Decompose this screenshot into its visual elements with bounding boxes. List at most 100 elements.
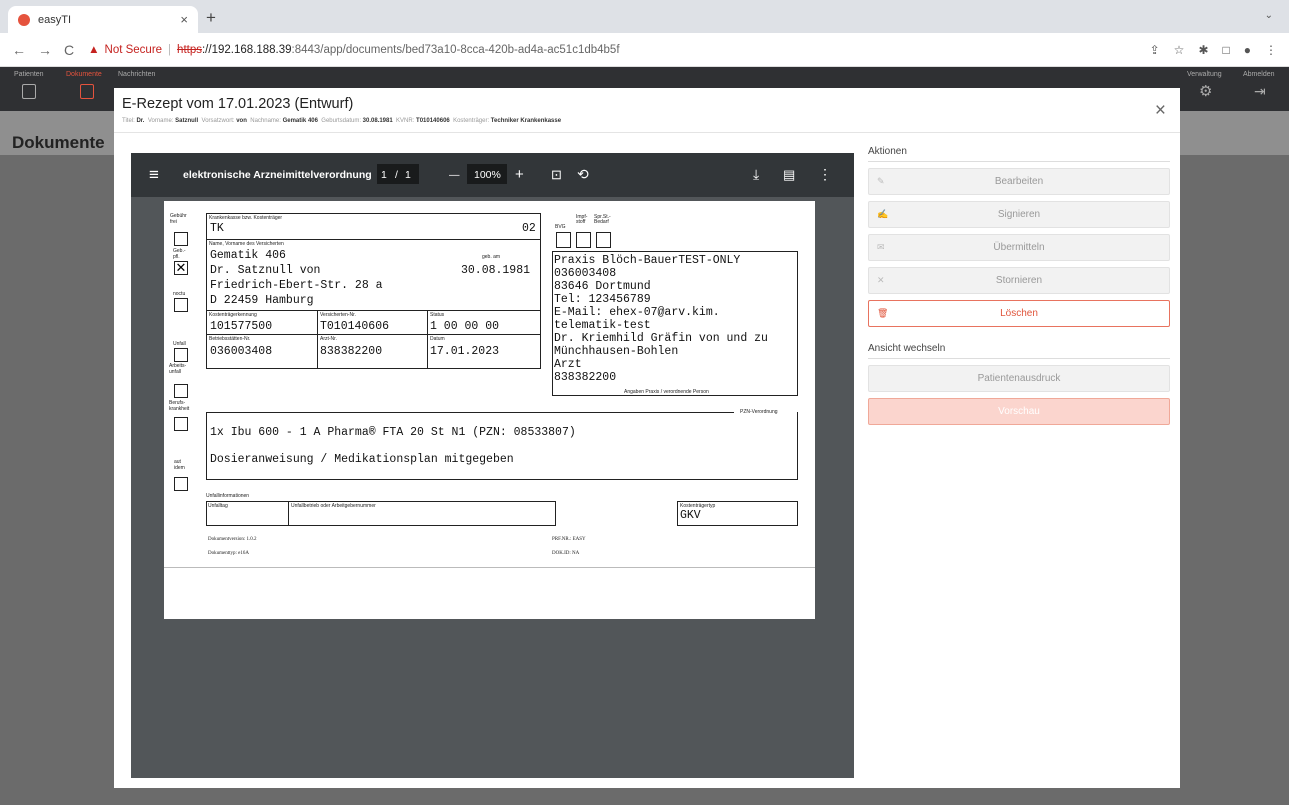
- logout-icon[interactable]: ⇥: [1254, 83, 1266, 100]
- url-separator: |: [168, 43, 172, 56]
- menu-icon[interactable]: ≡: [149, 165, 159, 185]
- envelope-icon: ✉: [877, 242, 885, 252]
- new-tab-button[interactable]: +: [206, 8, 216, 28]
- meta-vorsatz-value: von: [236, 118, 247, 124]
- dokument-typ: Dokumenttyp: e16A: [208, 551, 249, 556]
- print-icon[interactable]: ▤: [783, 167, 795, 183]
- praxis-line-8: Münchhausen-Bohlen: [554, 345, 679, 358]
- sign-button[interactable]: ✍ Signieren: [868, 201, 1170, 228]
- label-bvg: BVG: [555, 224, 566, 230]
- label-pzn-verordnung: PZN-Verordnung: [738, 409, 780, 415]
- pdf-page: Gebühr frei Geb.-pfl. ✕ noctu Unfall Arb…: [164, 201, 815, 618]
- share-icon[interactable]: ⇪: [1150, 43, 1160, 57]
- preview-button[interactable]: Vorschau: [868, 398, 1170, 425]
- meta-kvnr-value: T010140606: [416, 118, 450, 124]
- modal-title: E-Rezept vom 17.01.2023 (Entwurf): [122, 96, 354, 112]
- browser-menu-icon[interactable]: ⋮: [1265, 43, 1277, 57]
- label-unfallbetrieb: Unfallbetrieb oder Arbeitgebernummer: [291, 503, 376, 509]
- label-betriebsstaetten-nr: Betriebsstätten-Nr.: [209, 336, 251, 342]
- label-geb-am: geb. am: [482, 254, 501, 260]
- tab-title: easyTI: [38, 13, 72, 26]
- label-arbeitsunfall: Arbeits-unfall: [169, 363, 187, 375]
- page-number-input[interactable]: 1: [381, 169, 387, 181]
- nav-documents[interactable]: Dokumente: [66, 71, 102, 78]
- reload-icon[interactable]: C: [64, 42, 74, 58]
- label-impfstoff: Impf-stoff: [576, 214, 588, 225]
- back-icon[interactable]: ←: [12, 42, 26, 58]
- actions-header: Aktionen: [868, 146, 1170, 162]
- patient-name-line1: Gematik 406: [210, 249, 286, 262]
- browser-tabbar: easyTI × + ⌄: [0, 0, 1289, 33]
- label-berufskrankheit: Berufs-krankheit: [169, 400, 190, 412]
- settings-icon[interactable]: ⚙: [1199, 82, 1212, 100]
- bookmark-star-icon[interactable]: ☆: [1174, 43, 1185, 57]
- label-gebuehr-frei: Gebühr frei: [170, 213, 187, 225]
- not-secure-label[interactable]: Not Secure: [105, 44, 163, 56]
- label-kostentraegerkennung: Kostenträgerkennung: [209, 312, 257, 318]
- page-total: 1: [405, 169, 411, 181]
- url-host: ://192.168.188.39: [201, 43, 292, 56]
- more-actions-icon[interactable]: ⋮: [818, 166, 832, 183]
- delete-button[interactable]: 🗑 Löschen: [868, 300, 1170, 327]
- send-button[interactable]: ✉ Übermitteln: [868, 234, 1170, 261]
- close-icon[interactable]: ×: [1155, 100, 1166, 122]
- rotate-icon[interactable]: ⟲: [577, 166, 589, 183]
- erezept-modal: E-Rezept vom 17.01.2023 (Entwurf) Titel:…: [114, 88, 1180, 788]
- zoom-level[interactable]: 100%: [474, 169, 501, 181]
- label-noctu: noctu: [173, 291, 186, 297]
- url-path: :8443/app/documents/bed73a10-8cca-420b-a…: [291, 43, 620, 56]
- tab-search-icon[interactable]: ⌄: [1265, 10, 1273, 21]
- edit-button[interactable]: ✎ Bearbeiten: [868, 168, 1170, 195]
- address-bar[interactable]: ▲ Not Secure | https ://192.168.188.39 :…: [88, 44, 619, 56]
- meta-vorname-value: Satznull: [175, 118, 199, 124]
- extensions-icon[interactable]: ✱: [1198, 43, 1208, 57]
- checkbox-unfall: [174, 348, 188, 362]
- fit-page-icon[interactable]: ⊡: [551, 167, 562, 183]
- cancel-button-label: Stornieren: [995, 275, 1043, 286]
- label-versicherten-nr: Versicherten-Nr.: [320, 312, 356, 318]
- nav-logout[interactable]: Abmelden: [1243, 71, 1275, 78]
- checkbox-gebuehr-frei: [174, 232, 188, 246]
- checkbox-berufskrankheit: [174, 417, 188, 431]
- meta-kvnr-label: KVNR:: [396, 118, 415, 124]
- prf-nr: PRF.NR.: EASY: [552, 537, 586, 542]
- nav-patients[interactable]: Patienten: [14, 71, 44, 78]
- praxis-line-7: Dr. Kriemhild Gräfin von und zu: [554, 332, 768, 345]
- praxis-line-5: E-Mail: ehex-07@arv.kim.: [554, 306, 720, 319]
- dokument-version: Dokumentversion: 1.0.2: [208, 537, 257, 542]
- documents-icon[interactable]: [80, 84, 94, 99]
- kostentraegertyp-value: GKV: [680, 509, 701, 522]
- page-title: Dokumente: [12, 133, 105, 152]
- checkbox-geb-pfl: ✕: [174, 260, 188, 275]
- sidepanel-icon[interactable]: □: [1223, 43, 1230, 57]
- nav-messages[interactable]: Nachrichten: [118, 71, 155, 78]
- praxis-line-3: 83646 Dortmund: [554, 280, 651, 293]
- label-unfallinformationen: Unfallinformationen: [206, 493, 250, 499]
- forward-icon[interactable]: →: [38, 42, 52, 58]
- nav-admin[interactable]: Verwaltung: [1187, 71, 1222, 78]
- patient-print-button[interactable]: Patientenausdruck: [868, 365, 1170, 392]
- label-name: Name, Vorname des Versicherten: [209, 241, 284, 247]
- cancel-button[interactable]: ✕ Stornieren: [868, 267, 1170, 294]
- praxis-line-4: Tel: 123456789: [554, 293, 651, 306]
- patients-icon[interactable]: [22, 84, 36, 99]
- status-value: 1 00 00 00: [430, 320, 500, 333]
- label-krankenkasse: Krankenkasse bzw. Kostenträger: [209, 215, 283, 221]
- meta-geb-label: Geburtsdatum:: [321, 118, 361, 124]
- zoom-in-icon[interactable]: +: [515, 166, 524, 183]
- kostentraegerkennung-value: 101577500: [210, 320, 273, 333]
- meta-vorname-label: Vorname:: [147, 118, 174, 124]
- zoom-out-icon[interactable]: —: [449, 169, 460, 181]
- label-datum: Datum: [430, 336, 445, 342]
- tab-close-icon[interactable]: ×: [180, 12, 188, 27]
- verordnung-block: [206, 412, 798, 480]
- label-geb-pfl: Geb.-pfl.: [173, 248, 186, 260]
- download-icon[interactable]: ⤓: [753, 166, 759, 183]
- delete-button-label: Löschen: [1000, 308, 1038, 319]
- checkbox-sprst-bedarf: [596, 232, 611, 248]
- unfall-block: [206, 501, 556, 526]
- profile-icon[interactable]: ●: [1244, 43, 1251, 57]
- page-separator: /: [395, 169, 398, 181]
- betriebsstaetten-nr-value: 036003408: [210, 345, 273, 358]
- browser-tab[interactable]: easyTI ×: [8, 6, 198, 33]
